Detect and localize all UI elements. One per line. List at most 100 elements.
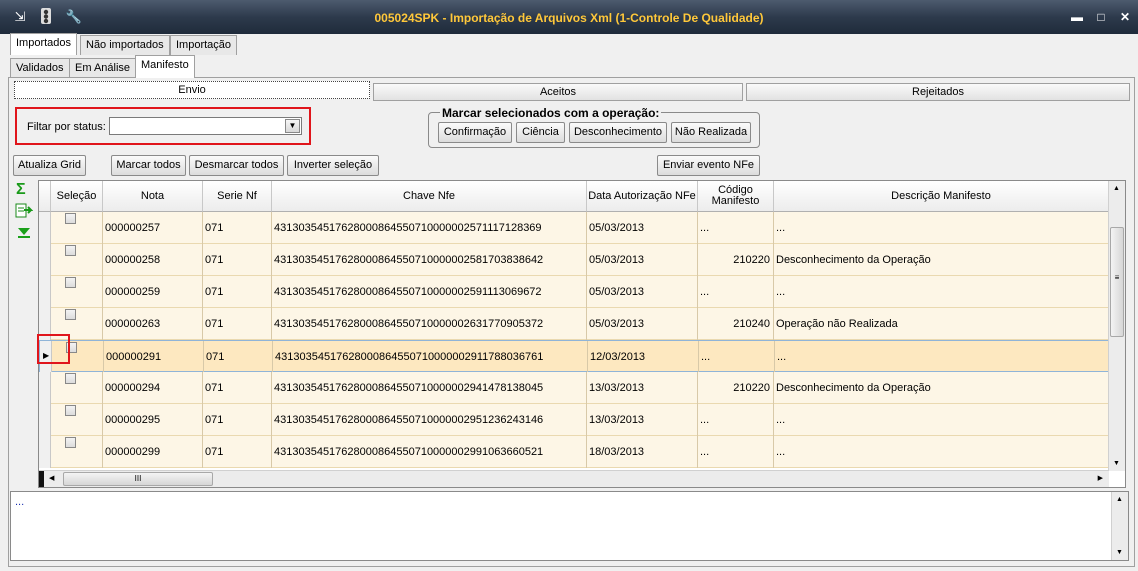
maximize-button[interactable]: □ <box>1092 9 1110 25</box>
tab-envio[interactable]: Envio <box>14 81 370 99</box>
desconhecimento-button[interactable]: Desconhecimento <box>569 122 667 143</box>
cell-descricao[interactable]: Operação não Realizada <box>774 308 1109 340</box>
cell-codigo[interactable]: ... <box>698 404 774 436</box>
table-row[interactable]: 000000299 071 4313035451762800086455071000… <box>39 436 1109 468</box>
cell-serie[interactable]: 071 <box>203 372 272 404</box>
cell-chave[interactable]: 4313035451762800086455071000000294147813… <box>272 372 587 404</box>
chevron-down-icon[interactable]: ▼ <box>285 119 300 133</box>
cell-data[interactable]: 13/03/2013 <box>587 372 698 404</box>
cell-chave[interactable]: 4313035451762800086455071000000259111306… <box>272 276 587 308</box>
row-header[interactable] <box>39 372 51 404</box>
cell-serie[interactable]: 071 <box>204 341 273 373</box>
log-area[interactable]: ... ▲ ▼ <box>10 491 1129 561</box>
cell-descricao[interactable]: ... <box>774 436 1109 468</box>
cell-data[interactable]: 05/03/2013 <box>587 212 698 244</box>
tab-em-analise[interactable]: Em Análise <box>69 58 137 78</box>
cell-codigo[interactable]: 210220 <box>698 372 774 404</box>
tab-aceitos[interactable]: Aceitos <box>373 83 743 101</box>
export-green-icon[interactable] <box>15 203 34 222</box>
table-row[interactable]: 000000258 071 4313035451762800086455071000… <box>39 244 1109 276</box>
cell-nota[interactable]: 000000258 <box>103 244 203 276</box>
tab-manifesto[interactable]: Manifesto <box>135 55 195 78</box>
cell-nota[interactable]: 000000294 <box>103 372 203 404</box>
horizontal-scroll-thumb[interactable]: III <box>63 472 213 486</box>
scroll-right-icon[interactable]: ▶ <box>1098 474 1103 482</box>
collapse-down-icon[interactable] <box>16 226 32 243</box>
cell-descricao[interactable]: Desconhecimento da Operação <box>774 244 1109 276</box>
cell-serie[interactable]: 071 <box>203 404 272 436</box>
table-row[interactable]: 000000259 071 4313035451762800086455071000… <box>39 276 1109 308</box>
cell-codigo[interactable]: ... <box>699 341 775 373</box>
enviar-evento-button[interactable]: Enviar evento NFe <box>657 155 760 176</box>
row-checkbox[interactable] <box>65 405 76 416</box>
row-header[interactable] <box>39 276 51 308</box>
row-checkbox[interactable] <box>65 373 76 384</box>
column-header-serie[interactable]: Serie Nf <box>203 181 272 212</box>
row-checkbox[interactable] <box>65 213 76 224</box>
cell-descricao[interactable]: ... <box>775 341 1110 373</box>
nao-realizada-button[interactable]: Não Realizada <box>671 122 751 143</box>
column-header-nota[interactable]: Nota <box>103 181 203 212</box>
cell-data[interactable]: 13/03/2013 <box>587 404 698 436</box>
cell-chave[interactable]: 4313035451762800086455071000000299106366… <box>272 436 587 468</box>
column-header-descricao[interactable]: Descrição Manifesto <box>774 181 1109 212</box>
close-button[interactable]: ✕ <box>1116 9 1134 25</box>
cell-chave[interactable]: 4313035451762800086455071000000295123624… <box>272 404 587 436</box>
log-scrollbar[interactable]: ▲ ▼ <box>1111 492 1128 560</box>
cell-chave[interactable]: 4313035451762800086455071000000258170383… <box>272 244 587 276</box>
cell-serie[interactable]: 071 <box>203 308 272 340</box>
cell-chave[interactable]: 4313035451762800086455071000000291178803… <box>273 341 588 373</box>
cell-codigo[interactable]: ... <box>698 276 774 308</box>
vertical-scrollbar[interactable]: ▲ ≡ ▼ <box>1108 181 1125 471</box>
tab-importacao[interactable]: Importação <box>170 35 238 55</box>
cell-serie[interactable]: 071 <box>203 436 272 468</box>
cell-serie[interactable]: 071 <box>203 244 272 276</box>
column-header-data[interactable]: Data Autorização NFe <box>587 181 698 212</box>
cell-codigo[interactable]: 210220 <box>698 244 774 276</box>
cell-serie[interactable]: 071 <box>203 212 272 244</box>
tab-importados[interactable]: Importados <box>10 33 78 55</box>
cell-nota[interactable]: 000000295 <box>103 404 203 436</box>
table-row[interactable]: ▶ 000000291 071 431303545176280008645507100… <box>39 340 1110 373</box>
cell-data[interactable]: 18/03/2013 <box>587 436 698 468</box>
cell-data[interactable]: 05/03/2013 <box>587 308 698 340</box>
marcar-todos-button[interactable]: Marcar todos <box>111 155 186 176</box>
sigma-icon[interactable]: Σ <box>16 181 26 199</box>
cell-nota[interactable]: 000000263 <box>103 308 203 340</box>
table-row[interactable]: 000000295 071 4313035451762800086455071000… <box>39 404 1109 436</box>
cell-descricao[interactable]: ... <box>774 212 1109 244</box>
row-checkbox[interactable] <box>65 277 76 288</box>
row-checkbox[interactable] <box>65 245 76 256</box>
tab-validados[interactable]: Validados <box>10 58 70 78</box>
cell-descricao[interactable]: ... <box>774 404 1109 436</box>
ciencia-button[interactable]: Ciência <box>516 122 565 143</box>
row-header[interactable] <box>39 436 51 468</box>
cell-descricao[interactable]: ... <box>774 276 1109 308</box>
minimize-button[interactable]: ▬ <box>1068 9 1086 25</box>
cell-codigo[interactable]: ... <box>698 436 774 468</box>
horizontal-scrollbar[interactable]: ◀ III ▶ <box>39 470 1109 487</box>
cell-data[interactable]: 05/03/2013 <box>587 276 698 308</box>
table-row[interactable]: 000000263 071 4313035451762800086455071000… <box>39 308 1109 340</box>
row-header[interactable] <box>39 404 51 436</box>
cell-codigo[interactable]: 210240 <box>698 308 774 340</box>
row-header[interactable] <box>39 212 51 244</box>
desmarcar-todos-button[interactable]: Desmarcar todos <box>189 155 284 176</box>
log-scroll-down-icon[interactable]: ▼ <box>1116 549 1123 556</box>
cell-nota[interactable]: 000000259 <box>103 276 203 308</box>
cell-codigo[interactable]: ... <box>698 212 774 244</box>
scroll-up-icon[interactable]: ▲ <box>1113 185 1120 192</box>
cell-nota[interactable]: 000000291 <box>104 341 204 373</box>
scroll-left-icon[interactable]: ◀ <box>49 474 54 482</box>
cell-chave[interactable]: 4313035451762800086455071000000263177090… <box>272 308 587 340</box>
cell-chave[interactable]: 4313035451762800086455071000000257111712… <box>272 212 587 244</box>
cell-nota[interactable]: 000000299 <box>103 436 203 468</box>
row-header[interactable] <box>39 244 51 276</box>
tab-rejeitados[interactable]: Rejeitados <box>746 83 1130 101</box>
column-header-selecao[interactable]: Seleção <box>51 181 103 212</box>
log-scroll-up-icon[interactable]: ▲ <box>1116 496 1123 503</box>
table-row[interactable]: 000000257 071 4313035451762800086455071000… <box>39 212 1109 244</box>
row-checkbox[interactable] <box>65 437 76 448</box>
scroll-down-icon[interactable]: ▼ <box>1113 460 1120 467</box>
cell-data[interactable]: 12/03/2013 <box>588 341 699 373</box>
